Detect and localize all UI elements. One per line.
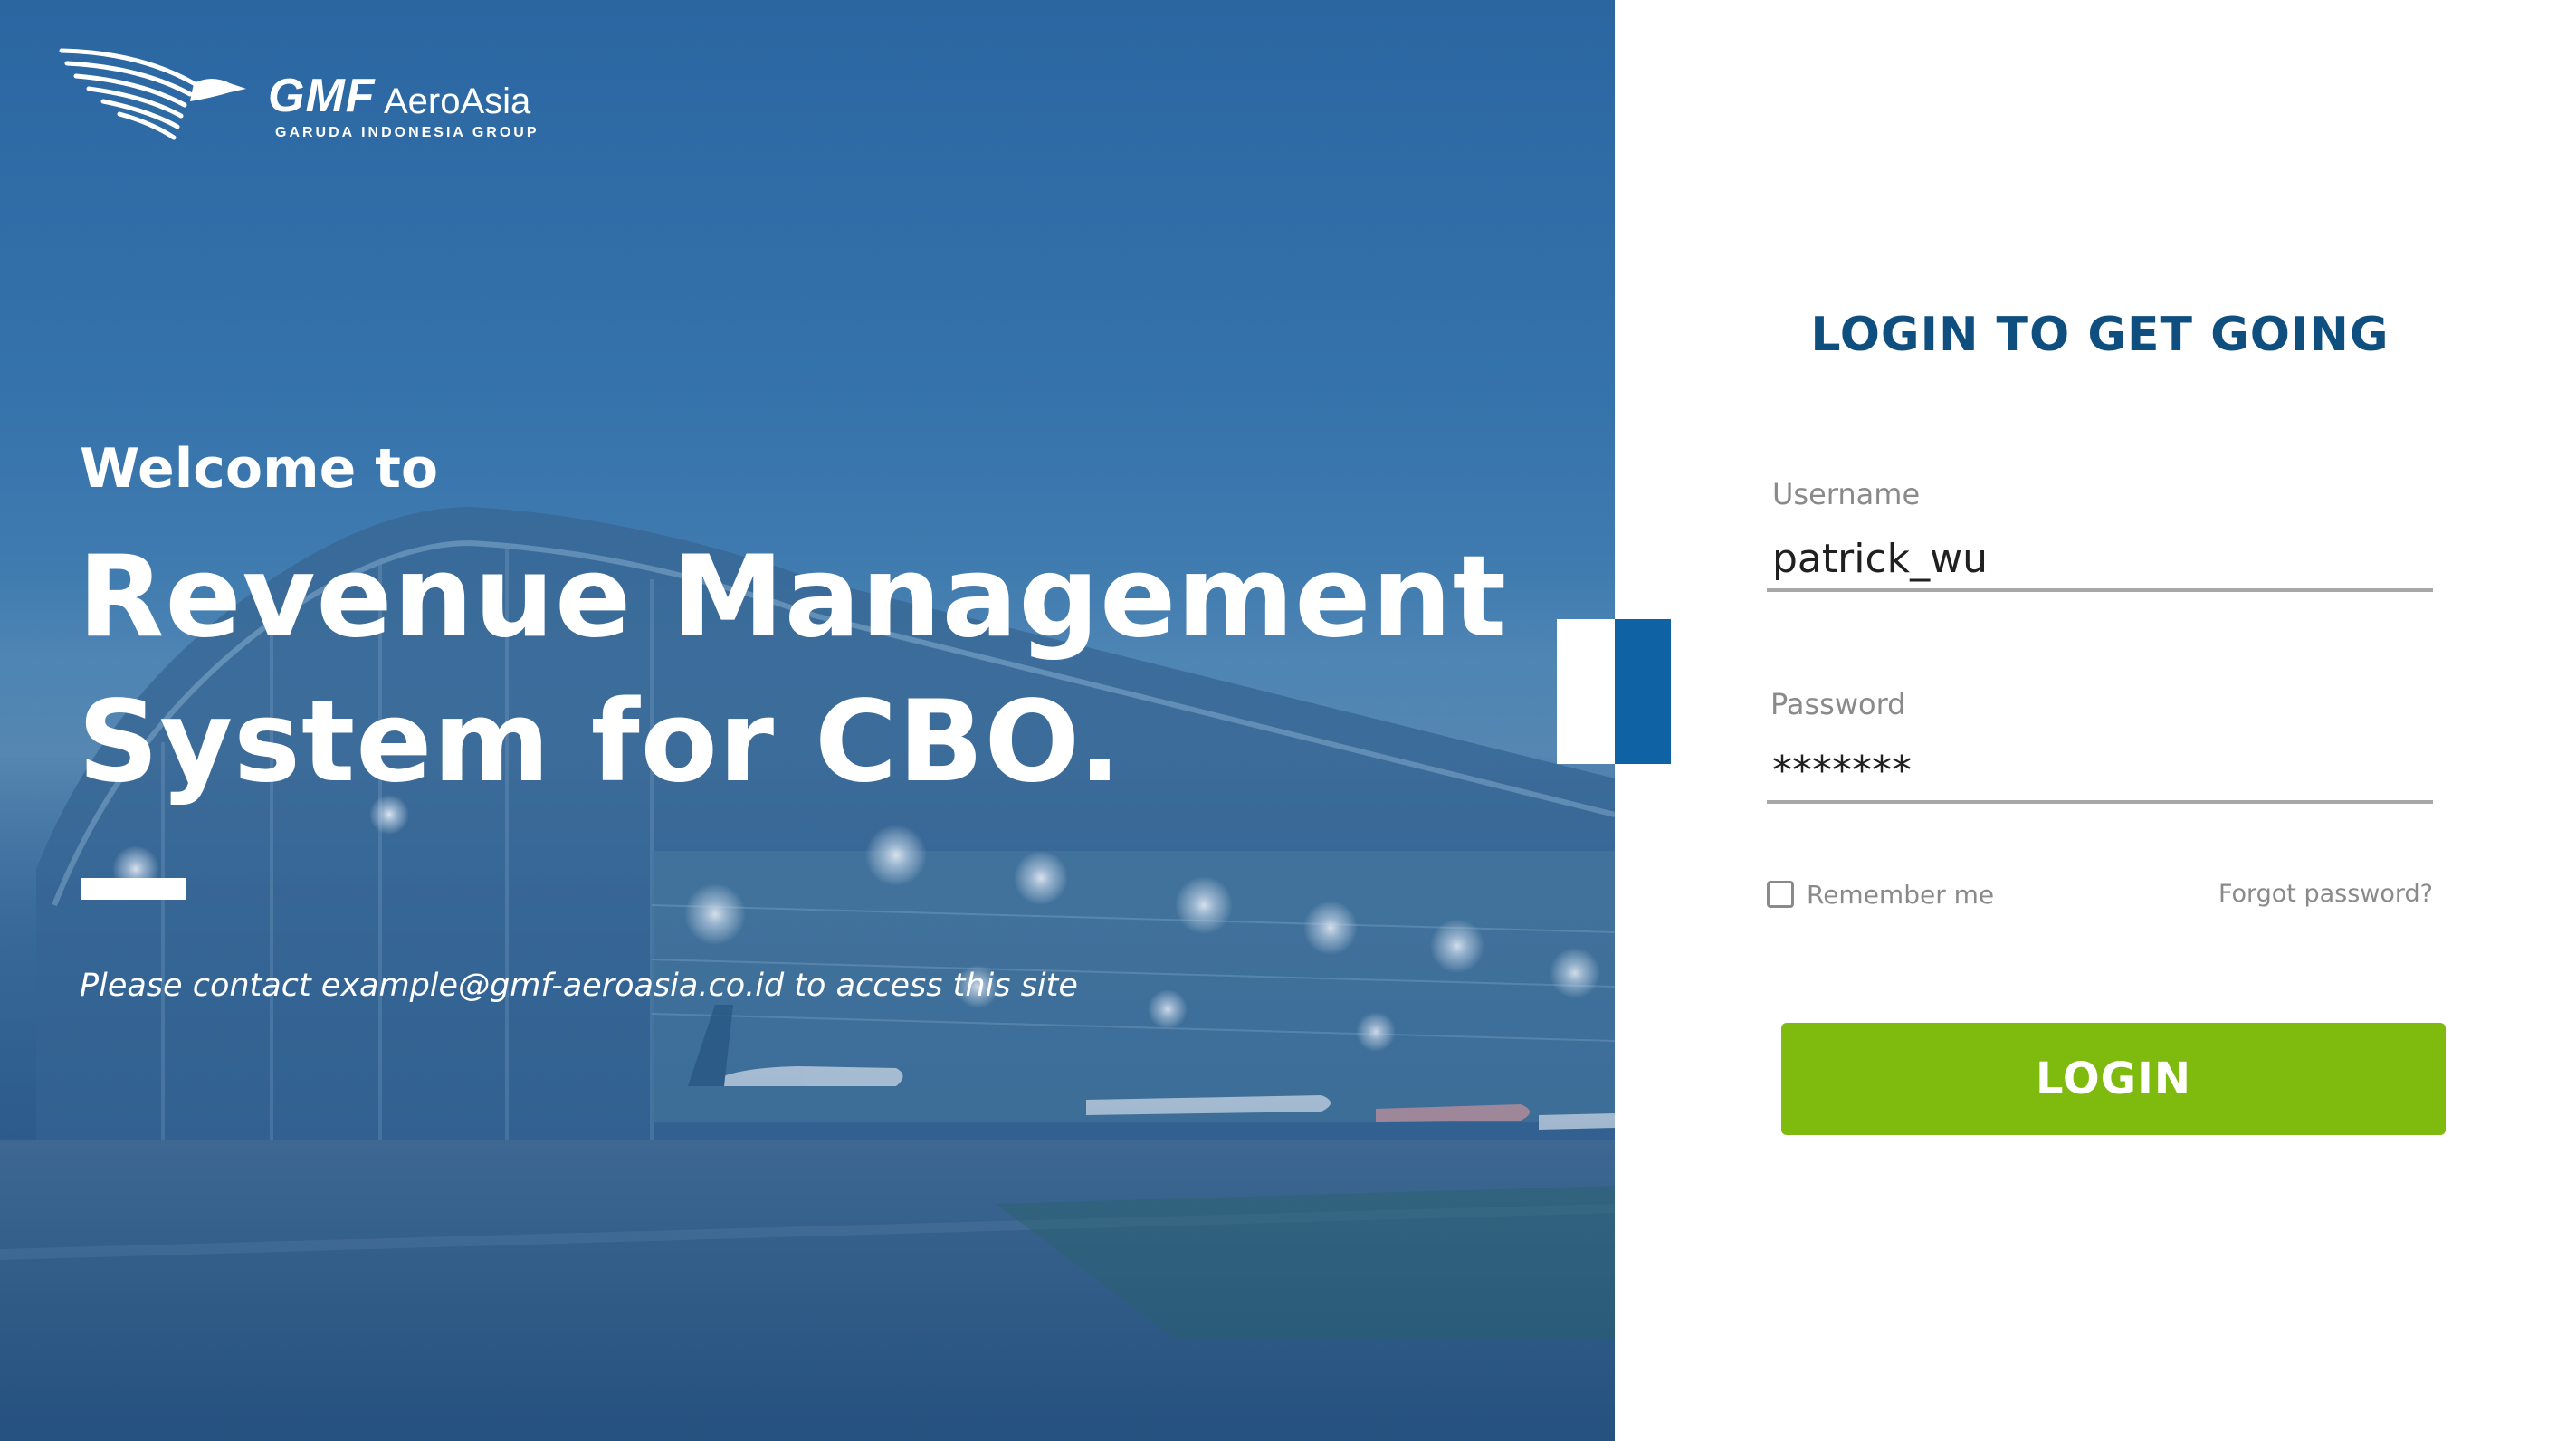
system-title-line-1: Revenue Management: [78, 532, 1508, 663]
remember-me-control[interactable]: Remember me: [1767, 878, 1994, 911]
garuda-bird-icon: [59, 48, 246, 140]
remember-me-checkbox[interactable]: [1767, 881, 1794, 908]
logo-tagline: GARUDA INDONESIA GROUP: [275, 125, 539, 140]
seam-block-blue: [1615, 619, 1671, 764]
contact-note: Please contact example@gmf-aeroasia.co.i…: [80, 968, 1078, 1004]
system-title: Revenue Management System for CBO.: [78, 525, 1526, 815]
username-input[interactable]: [1767, 529, 2433, 592]
username-label: Username: [1772, 477, 1921, 511]
login-heading: LOGIN TO GET GOING: [1810, 308, 2390, 362]
logo-aeroasia-text: AeroAsia: [384, 81, 531, 121]
password-label: Password: [1770, 687, 1906, 721]
login-button[interactable]: LOGIN: [1781, 1023, 2446, 1135]
welcome-text: Welcome to: [80, 437, 439, 501]
gmf-aeroasia-logo: GMF AeroAsia GARUDA INDONESIA GROUP: [58, 47, 547, 147]
system-title-line-2: System for CBO.: [78, 677, 1122, 807]
forgot-password-link[interactable]: Forgot password?: [2154, 878, 2433, 911]
hero-panel: GMF AeroAsia GARUDA INDONESIA GROUP Welc…: [0, 0, 1615, 1441]
seam-block-white: [1557, 619, 1615, 764]
password-input[interactable]: [1767, 740, 2433, 804]
remember-me-label: Remember me: [1807, 879, 1995, 910]
login-page: GMF AeroAsia GARUDA INDONESIA GROUP Welc…: [0, 0, 2576, 1441]
accent-divider: [81, 878, 186, 900]
logo-gmf-text: GMF: [268, 70, 376, 122]
